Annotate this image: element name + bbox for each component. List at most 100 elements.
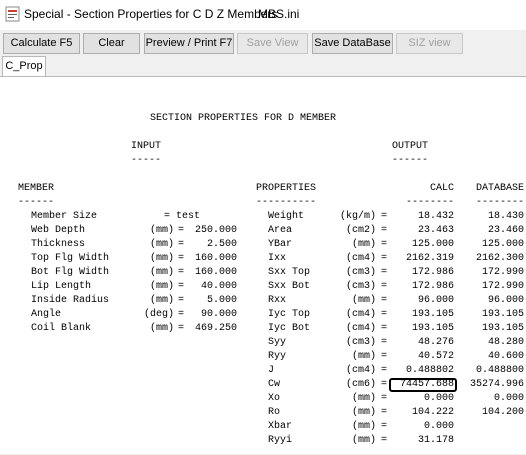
properties-heading: PROPERTIES <box>256 183 317 194</box>
member-row-label: Angle <box>31 309 62 320</box>
property-row-unit: (cm4) <box>345 365 376 376</box>
member-row-label: Inside Radius <box>31 295 110 306</box>
property-row-database: 18.430 <box>487 211 524 222</box>
property-row-equals: = <box>381 281 388 292</box>
property-row-label: Rxx <box>268 295 287 306</box>
output-heading: OUTPUT <box>392 141 429 152</box>
property-row-database: 40.600 <box>487 351 524 362</box>
property-row-database: 172.990 <box>481 281 524 292</box>
property-row-database: 35274.996 <box>469 379 524 390</box>
input-underline: ----- <box>131 155 162 166</box>
member-row-label: Bot Flg Width <box>31 267 110 278</box>
property-row-calc: 96.000 <box>417 295 454 306</box>
member-heading: MEMBER <box>18 183 55 194</box>
property-row-label: Cw <box>268 379 281 390</box>
property-row-database: 125.000 <box>481 239 524 250</box>
input-heading: INPUT <box>131 141 162 152</box>
member-row-value: 469.250 <box>194 323 237 334</box>
property-row-label: Ixx <box>268 253 287 264</box>
database-heading: DATABASE <box>475 183 524 194</box>
property-row-calc: 0.488802 <box>405 365 454 376</box>
property-row-unit: (cm6) <box>345 379 376 390</box>
property-row-calc: 48.276 <box>417 337 454 348</box>
property-row-label: Iyc Bot <box>268 323 311 334</box>
member-row-value: 2.500 <box>206 239 237 250</box>
property-row-unit: (cm2) <box>345 225 376 236</box>
property-row-unit: (cm4) <box>345 253 376 264</box>
property-row-database: 2162.300 <box>475 253 524 264</box>
property-row-label: Syy <box>268 337 287 348</box>
property-row-label: Weight <box>268 211 305 222</box>
property-row-database: 23.460 <box>487 225 524 236</box>
property-row-unit: (mm) <box>351 351 376 362</box>
member-row-unit: (mm) <box>149 295 174 306</box>
property-row-equals: = <box>381 239 388 250</box>
property-row-unit: (cm3) <box>345 281 376 292</box>
property-row-equals: = <box>381 407 388 418</box>
member-row-value: 5.000 <box>206 295 237 306</box>
property-row-unit: (mm) <box>351 295 376 306</box>
property-row-database: 0.488800 <box>475 365 524 376</box>
member-row-value: 250.000 <box>194 225 237 236</box>
property-row-unit: (cm3) <box>345 267 376 278</box>
property-row-label: Ryyi <box>268 435 293 446</box>
property-row-label: Xo <box>268 393 281 404</box>
member-row-label: Member Size <box>31 211 98 222</box>
property-row-equals: = <box>381 267 388 278</box>
property-row-database: 0.000 <box>493 393 524 404</box>
property-row-calc: 0.000 <box>423 393 454 404</box>
property-row-unit: (cm4) <box>345 309 376 320</box>
member-row-unit: (mm) <box>149 267 174 278</box>
property-row-calc: 125.000 <box>411 239 454 250</box>
member-row-unit: (mm) <box>149 323 174 334</box>
property-row-equals: = <box>381 435 388 446</box>
property-row-equals: = <box>381 337 388 348</box>
calc-heading: CALC <box>429 183 454 194</box>
property-row-equals: = <box>381 393 388 404</box>
property-row-label: YBar <box>268 239 293 250</box>
property-row-equals: = <box>381 323 388 334</box>
property-row-calc: 0.000 <box>423 421 454 432</box>
member-row-equals: = <box>164 211 171 222</box>
member-row-unit: (deg) <box>143 309 174 320</box>
property-row-calc: 193.105 <box>411 309 454 320</box>
property-row-equals: = <box>381 379 388 390</box>
property-row-calc: 172.986 <box>411 267 454 278</box>
property-row-unit: (mm) <box>351 407 376 418</box>
property-row-label: Area <box>268 225 293 236</box>
property-row-equals: = <box>381 253 388 264</box>
property-row-unit: (mm) <box>351 421 376 432</box>
property-row-label: Sxx Top <box>268 267 311 278</box>
property-row-unit: (mm) <box>351 239 376 250</box>
member-row-label: Thickness <box>31 239 86 250</box>
member-row-label: Web Depth <box>31 225 86 236</box>
member-row-unit: (mm) <box>149 281 174 292</box>
cw-highlight-box <box>389 378 457 392</box>
property-row-database: 96.000 <box>487 295 524 306</box>
member-row-label: Top Flg Width <box>31 253 110 264</box>
property-row-label: Ryy <box>268 351 287 362</box>
property-row-calc: 104.222 <box>411 407 454 418</box>
member-row-unit: (mm) <box>149 239 174 250</box>
property-row-equals: = <box>381 295 388 306</box>
property-row-calc: 172.986 <box>411 281 454 292</box>
property-row-calc: 18.432 <box>417 211 454 222</box>
property-row-equals: = <box>381 309 388 320</box>
property-row-label: Iyc Top <box>268 309 311 320</box>
property-row-calc: 23.463 <box>417 225 454 236</box>
property-row-calc: 2162.319 <box>405 253 454 264</box>
property-row-label: J <box>268 365 275 376</box>
property-row-calc: 31.178 <box>417 435 454 446</box>
calc-underline: -------- <box>405 197 454 208</box>
property-row-equals: = <box>381 421 388 432</box>
member-row-unit: (mm) <box>149 253 174 264</box>
member-underline: ------ <box>18 197 55 208</box>
property-row-calc: 193.105 <box>411 323 454 334</box>
property-row-unit: (mm) <box>351 393 376 404</box>
member-row-value: 40.000 <box>200 281 237 292</box>
member-row-label: Coil Blank <box>31 323 92 334</box>
member-row-value: 90.000 <box>200 309 237 320</box>
property-row-database: 193.105 <box>481 323 524 334</box>
property-row-database: 193.105 <box>481 309 524 320</box>
property-row-unit: (cm3) <box>345 337 376 348</box>
